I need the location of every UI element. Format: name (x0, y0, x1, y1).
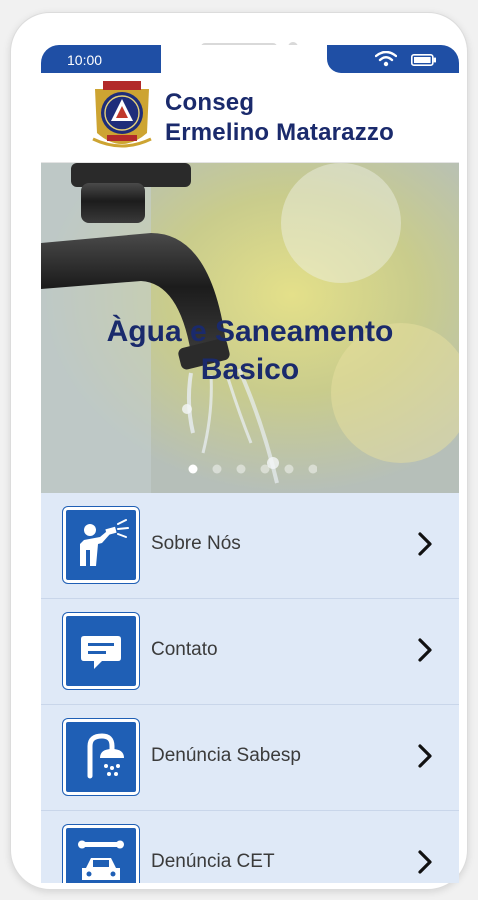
carousel-dot[interactable] (284, 464, 294, 474)
menu-item-label: Sobre Nós (151, 533, 241, 554)
water-spray-person-icon (63, 507, 139, 583)
carousel-dots[interactable] (187, 463, 317, 475)
carousel-dot-active[interactable] (188, 464, 198, 474)
phone-frame: 10:00 Conseg Ermelino Matarazzo Àgua e S… (10, 12, 468, 890)
app-title-line2: Ermelino Matarazzo (165, 119, 394, 146)
app-screen: 10:00 Conseg Ermelino Matarazzo Àgua e S… (41, 45, 459, 883)
status-bar-left: 10:00 (41, 45, 161, 73)
carousel-dot[interactable] (260, 464, 270, 474)
menu-item-sobre-nos[interactable]: Sobre Nós (41, 493, 459, 599)
chevron-right-icon (418, 638, 432, 662)
app-title-line1: Conseg (165, 89, 255, 116)
menu-item-denuncia-sabesp[interactable]: Denúncia Sabesp (41, 705, 459, 811)
menu-item-label: Denúncia Sabesp (151, 745, 301, 766)
menu-item-label: Denúncia CET (151, 851, 275, 872)
chevron-right-icon (418, 744, 432, 768)
menu-item-contato[interactable]: Contato (41, 599, 459, 705)
conseg-badge-logo (92, 81, 152, 148)
status-bar-right (327, 45, 459, 73)
menu-list: Sobre Nós Contato Denúncia Sabesp Denúnc… (41, 493, 459, 883)
chat-bubble-icon (63, 613, 139, 689)
shower-icon (63, 719, 139, 795)
menu-item-denuncia-cet[interactable]: Denúncia CET (41, 811, 459, 883)
wifi-icon (375, 51, 397, 67)
car-wrench-icon (63, 825, 139, 883)
app-header: Conseg Ermelino Matarazzo (41, 73, 459, 163)
banner-caption-line1: Àgua e Saneamento (106, 315, 394, 348)
banner-carousel[interactable]: Àgua e Saneamento Basico (41, 163, 459, 493)
chevron-right-icon (418, 850, 432, 874)
carousel-dot[interactable] (212, 464, 222, 474)
battery-icon (411, 54, 436, 66)
carousel-dot[interactable] (308, 464, 318, 474)
banner-caption: Àgua e Saneamento Basico (41, 313, 459, 389)
menu-item-label: Contato (151, 639, 218, 660)
carousel-dot[interactable] (236, 464, 246, 474)
banner-caption-line2: Basico (200, 353, 300, 386)
chevron-right-icon (418, 532, 432, 556)
status-time: 10:00 (67, 52, 103, 68)
